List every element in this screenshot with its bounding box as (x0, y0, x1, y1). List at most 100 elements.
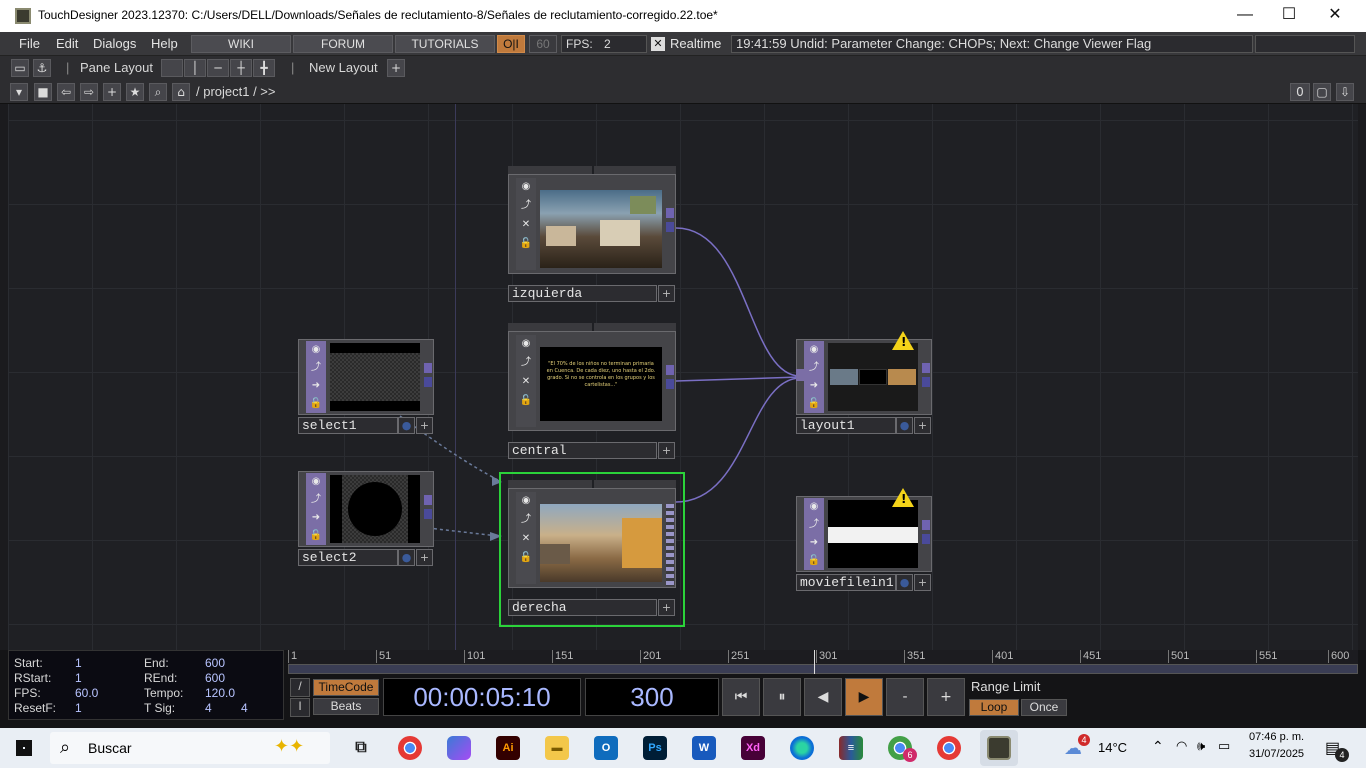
battery-icon[interactable]: ▭ (1218, 738, 1230, 754)
arrow-right-icon[interactable]: ➜ (807, 379, 821, 393)
output-connector[interactable] (666, 222, 674, 232)
wifi-icon[interactable]: ◠ (1176, 738, 1187, 754)
output-connector[interactable] (424, 495, 432, 505)
lock-icon[interactable]: 🔓 (807, 554, 821, 568)
viewer-flag-icon[interactable]: ◉ (309, 475, 323, 489)
resetf-value[interactable]: 1 (75, 701, 82, 715)
output-connector[interactable] (666, 379, 674, 389)
rend-value[interactable]: 600 (205, 671, 225, 685)
bypass-icon[interactable]: ⤴ (807, 361, 821, 375)
viewer-flag-icon[interactable]: ◉ (519, 337, 533, 351)
maximize-pane-icon[interactable]: ▢ (1313, 83, 1331, 101)
loop-button[interactable]: Loop (969, 699, 1019, 716)
maximize-button[interactable]: ☐ (1266, 0, 1312, 32)
bypass-icon[interactable]: ⤴ (519, 199, 533, 213)
viewer-flag-icon[interactable]: ◉ (807, 500, 821, 514)
play-icon[interactable]: ▶ (845, 678, 883, 716)
tray-chevron-icon[interactable]: ⌃ (1152, 738, 1164, 755)
node-layout1[interactable]: ◉ ⤴ ➜ 🔓 ! layout1 ● + (796, 331, 932, 435)
node-add-icon[interactable]: + (658, 285, 675, 302)
volume-icon[interactable]: 🕪 (1197, 738, 1205, 754)
lock-icon[interactable]: 🔓 (519, 551, 533, 565)
node-izquierda[interactable]: ◉ ⤴ ✕ 🔓 izquierda + (508, 166, 676, 304)
output-connector[interactable] (424, 363, 432, 373)
node-moviefilein1[interactable]: ◉ ⤴ ➜ 🔓 ! moviefilein1 ● + (796, 488, 932, 592)
file-explorer-icon[interactable]: ▬ (545, 736, 569, 760)
outlook-icon[interactable]: O (594, 736, 618, 760)
tsig-numerator[interactable]: 4 (205, 701, 212, 715)
node-add-icon[interactable]: + (658, 599, 675, 616)
arrow-right-icon[interactable]: ➜ (309, 379, 323, 393)
menu-help[interactable]: Help (151, 36, 178, 51)
anchor-icon[interactable]: ⚓ (33, 59, 51, 77)
photoshop-icon[interactable]: Ps (643, 736, 667, 760)
once-button[interactable]: Once (1021, 699, 1067, 716)
output-connector[interactable] (922, 520, 930, 530)
node-dot-icon[interactable]: ● (398, 417, 415, 434)
tempo-value[interactable]: 120.0 (205, 686, 235, 700)
back-arrow-icon[interactable]: ⇦ (57, 83, 75, 101)
xd-icon[interactable]: Xd (741, 736, 765, 760)
bookmark-star-icon[interactable]: ★ (126, 83, 144, 101)
rstart-value[interactable]: 1 (75, 671, 82, 685)
forum-button[interactable]: FORUM (293, 35, 393, 53)
node-label[interactable]: izquierda (508, 285, 657, 302)
input-connector[interactable] (796, 369, 806, 381)
node-add-icon[interactable]: + (658, 442, 675, 459)
beats-button[interactable]: Beats (313, 698, 379, 715)
output-connector[interactable] (424, 377, 432, 387)
layout-single-icon[interactable] (161, 59, 183, 77)
layout-quad-icon[interactable]: ╋ (253, 59, 275, 77)
node-label[interactable]: select2 (298, 549, 398, 566)
cancel-icon[interactable]: ✕ (519, 218, 533, 232)
node-label[interactable]: derecha (508, 599, 657, 616)
node-add-icon[interactable]: + (914, 417, 931, 434)
output-connector[interactable] (922, 377, 930, 387)
step-minus-button[interactable]: - (886, 678, 924, 716)
node-derecha[interactable]: ◉ ⤴ ✕ 🔓 derecha + (508, 480, 676, 618)
menu-file[interactable]: File (19, 36, 40, 51)
image-icon[interactable]: ▭ (11, 59, 29, 77)
layout-hsplit-icon[interactable]: ─ (207, 59, 229, 77)
winrar-icon[interactable]: ≡ (839, 736, 863, 760)
step-plus-button[interactable]: + (927, 678, 965, 716)
touchdesigner-taskbar-icon[interactable] (987, 736, 1011, 760)
perform-mode-toggle[interactable]: O|I (497, 35, 525, 53)
node-label[interactable]: select1 (298, 417, 398, 434)
close-button[interactable]: ✕ (1312, 0, 1358, 32)
cancel-icon[interactable]: ✕ (519, 532, 533, 546)
layout-vsplit-icon[interactable]: │ (184, 59, 206, 77)
arrow-right-icon[interactable]: ➜ (807, 536, 821, 550)
node-central[interactable]: ◉ ⤴ ✕ 🔓 "El 70% de los niños no terminan… (508, 323, 676, 461)
windows-start-icon[interactable] (16, 740, 32, 756)
search-zoom-icon[interactable]: ⌕ (149, 83, 167, 101)
taskbar-search-box[interactable]: ⌕ Buscar ✦✦ (50, 732, 330, 764)
output-connector[interactable] (424, 509, 432, 519)
output-connector[interactable] (922, 363, 930, 373)
layout-three-icon[interactable]: ┼ (230, 59, 252, 77)
bypass-icon[interactable]: ⤴ (807, 518, 821, 532)
lock-icon[interactable]: 🔓 (309, 529, 323, 543)
frame-display[interactable]: 300 (585, 678, 719, 716)
copilot-icon[interactable] (447, 736, 471, 760)
output-connector[interactable] (666, 208, 674, 218)
lock-icon[interactable]: 🔓 (519, 237, 533, 251)
node-add-icon[interactable]: + (416, 549, 433, 566)
viewer-flag-icon[interactable]: ◉ (309, 343, 323, 357)
warning-icon[interactable]: ! (892, 331, 914, 350)
node-label[interactable]: moviefilein1 (796, 574, 896, 591)
timeline-slash-button[interactable]: / (290, 678, 310, 697)
pane-menu-icon[interactable]: ▾ (10, 83, 28, 101)
start-value[interactable]: 1 (75, 656, 82, 670)
chrome-icon[interactable] (398, 736, 422, 760)
lock-icon[interactable]: 🔓 (519, 394, 533, 408)
rewind-icon[interactable]: ⏮ (722, 678, 760, 716)
task-view-icon[interactable]: ⧉ (349, 736, 373, 760)
bypass-icon[interactable]: ⤴ (519, 513, 533, 527)
realtime-checkbox[interactable]: ✕ (651, 37, 665, 51)
minimize-button[interactable]: — (1222, 0, 1268, 32)
weather-temp[interactable]: 14°C (1098, 740, 1127, 755)
word-icon[interactable]: W (692, 736, 716, 760)
node-label[interactable]: central (508, 442, 657, 459)
tsig-denominator[interactable]: 4 (241, 701, 248, 715)
